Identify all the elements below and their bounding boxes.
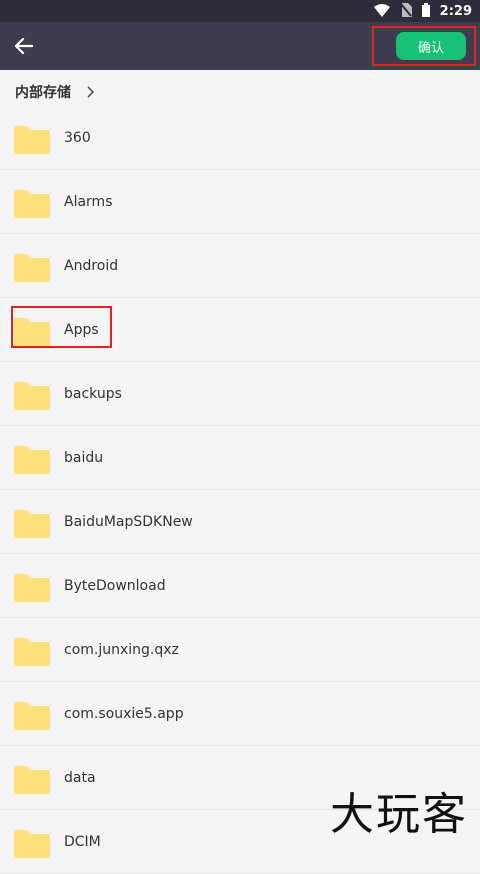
folder-name: com.junxing.qxz bbox=[64, 642, 179, 658]
list-item[interactable]: com.souxie5.app bbox=[0, 682, 480, 746]
folder-name: Alarms bbox=[64, 194, 113, 210]
status-bar: 2:29 bbox=[0, 0, 480, 22]
confirm-button[interactable]: 确认 bbox=[396, 32, 466, 60]
no-sim-icon bbox=[399, 2, 412, 21]
folder-icon bbox=[14, 442, 50, 474]
folder-icon bbox=[14, 122, 50, 154]
folder-icon bbox=[14, 186, 50, 218]
chevron-right-icon bbox=[87, 86, 95, 98]
folder-icon bbox=[14, 250, 50, 282]
battery-icon bbox=[421, 2, 430, 21]
folder-name: ByteDownload bbox=[64, 578, 166, 594]
folder-icon bbox=[14, 634, 50, 666]
breadcrumb-internal-storage[interactable]: 内部存储 bbox=[15, 82, 71, 102]
folder-name: 360 bbox=[64, 130, 91, 146]
folder-icon bbox=[14, 762, 50, 794]
folder-icon bbox=[14, 506, 50, 538]
folder-icon bbox=[14, 378, 50, 410]
folder-name: backups bbox=[64, 386, 122, 402]
folder-name: DCIM bbox=[64, 834, 101, 850]
folder-name: com.souxie5.app bbox=[64, 706, 184, 722]
list-item[interactable]: 360 bbox=[0, 106, 480, 170]
wifi-icon bbox=[373, 2, 390, 21]
list-item[interactable]: Alarms bbox=[0, 170, 480, 234]
arrow-left-icon bbox=[15, 38, 33, 54]
status-icons: 2:29 bbox=[373, 0, 472, 22]
folder-name: data bbox=[64, 770, 96, 786]
folder-list: 360 Alarms Android Apps backups baidu Ba… bbox=[0, 106, 480, 874]
status-time: 2:29 bbox=[439, 3, 472, 19]
list-item[interactable]: ByteDownload bbox=[0, 554, 480, 618]
back-button[interactable] bbox=[8, 30, 40, 62]
list-item[interactable]: com.junxing.qxz bbox=[0, 618, 480, 682]
folder-icon bbox=[14, 698, 50, 730]
watermark-text: 大玩客 bbox=[330, 789, 468, 840]
folder-name: Android bbox=[64, 258, 119, 274]
folder-icon bbox=[14, 826, 50, 858]
list-item[interactable]: BaiduMapSDKNew bbox=[0, 490, 480, 554]
list-item[interactable]: Android bbox=[0, 234, 480, 298]
list-item[interactable]: backups bbox=[0, 362, 480, 426]
folder-name: BaiduMapSDKNew bbox=[64, 514, 193, 530]
apps-highlight bbox=[11, 306, 112, 348]
folder-name: baidu bbox=[64, 450, 104, 466]
list-item[interactable]: baidu bbox=[0, 426, 480, 490]
folder-icon bbox=[14, 570, 50, 602]
